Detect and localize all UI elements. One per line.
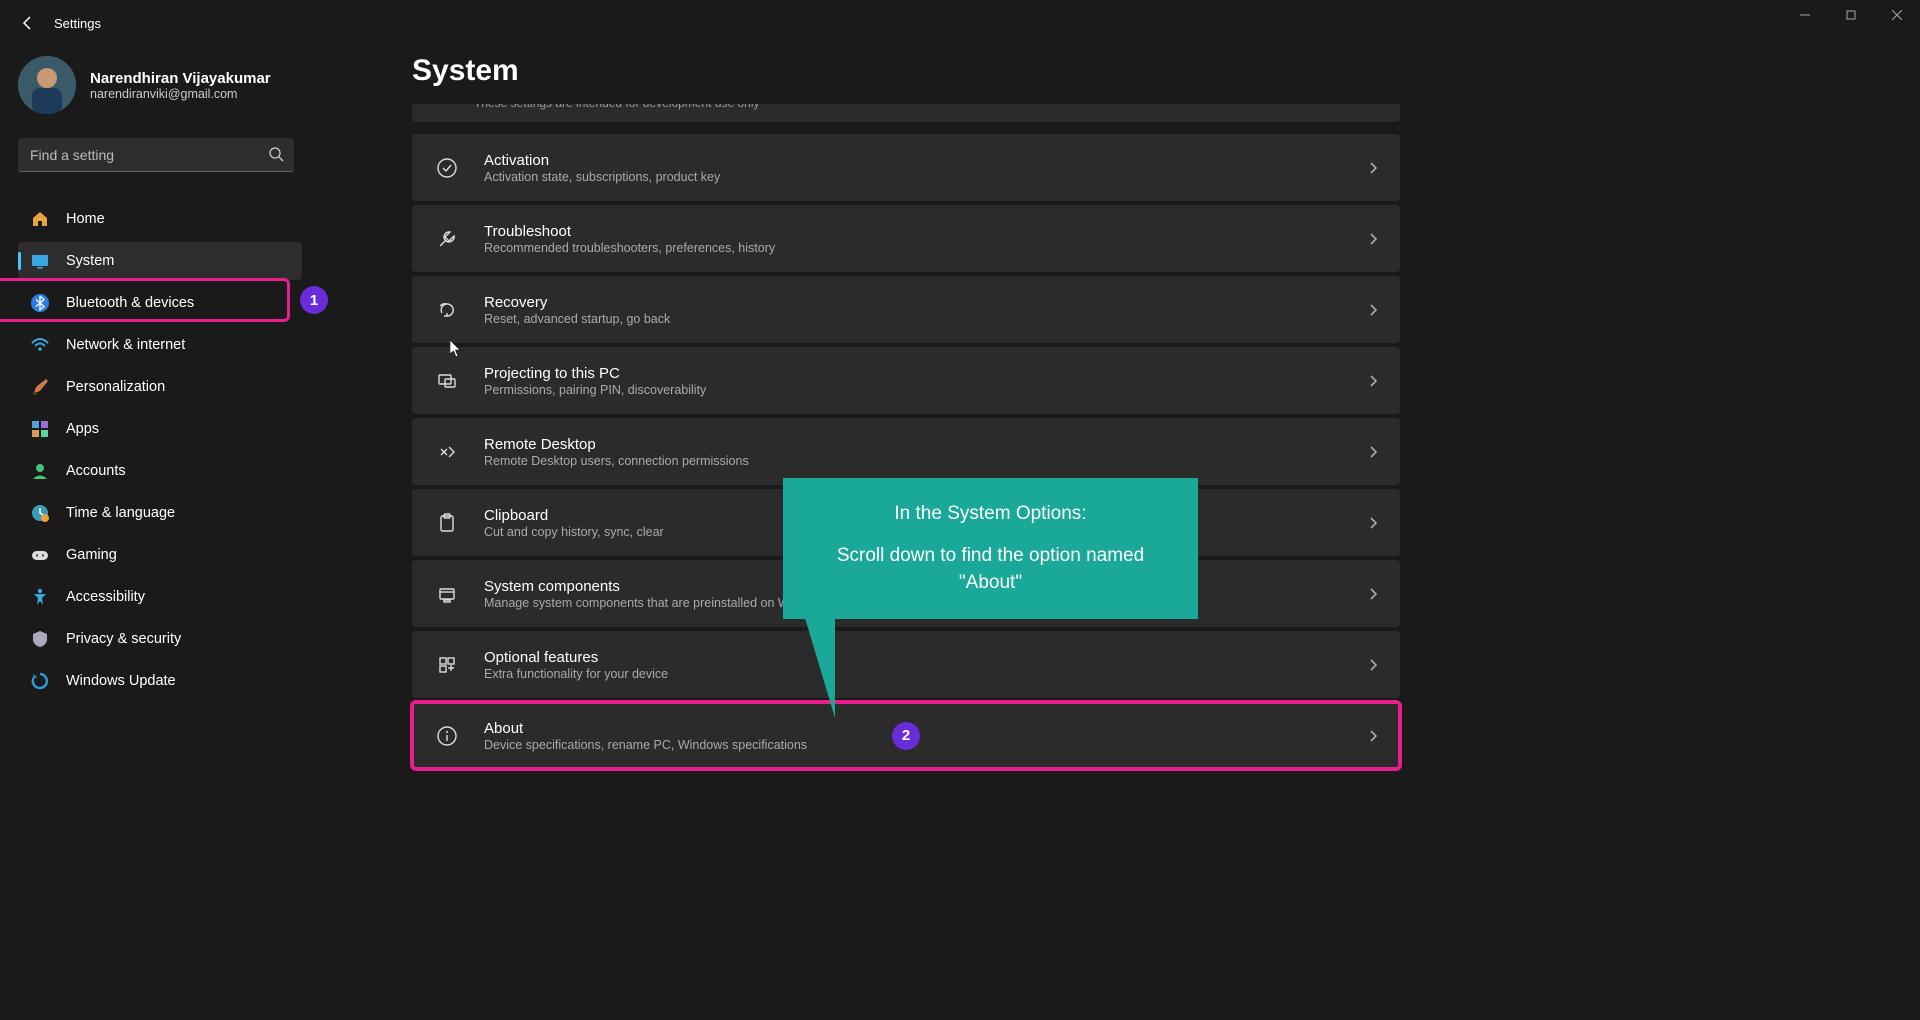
sidebar-item-accounts[interactable]: Accounts <box>18 452 302 490</box>
window-controls <box>1782 0 1920 30</box>
privacy-icon <box>30 629 50 649</box>
search-box[interactable] <box>18 138 294 172</box>
chevron-right-icon <box>1368 445 1378 459</box>
chevron-right-icon <box>1368 658 1378 672</box>
chevron-right-icon <box>1368 303 1378 317</box>
chevron-right-icon <box>1368 374 1378 388</box>
setting-title: Troubleshoot <box>484 223 1368 240</box>
setting-title: Recovery <box>484 294 1368 311</box>
components-icon <box>430 577 464 611</box>
setting-desc: Recommended troubleshooters, preferences… <box>484 241 1368 255</box>
gaming-icon <box>30 545 50 565</box>
system-icon <box>30 251 50 271</box>
search-input[interactable] <box>18 138 294 172</box>
minimize-button[interactable] <box>1782 0 1828 30</box>
window-title: Settings <box>54 16 101 31</box>
clipboard-icon <box>430 506 464 540</box>
chevron-right-icon <box>1368 516 1378 530</box>
page-title: System <box>412 54 1400 88</box>
setting-title: Remote Desktop <box>484 436 1368 453</box>
setting-title: Projecting to this PC <box>484 365 1368 382</box>
sidebar-item-label: Windows Update <box>66 673 176 689</box>
setting-row-remote-desktop[interactable]: Remote DesktopRemote Desktop users, conn… <box>412 418 1400 485</box>
sidebar-item-label: Home <box>66 211 105 227</box>
back-button[interactable] <box>12 7 44 39</box>
nav-list: Home System Bluetooth & devices Network & i… <box>18 200 302 700</box>
info-icon <box>430 719 464 753</box>
accessibility-icon <box>30 587 50 607</box>
sidebar-item-label: Time & language <box>66 505 175 521</box>
home-icon <box>30 209 50 229</box>
chevron-right-icon <box>1368 161 1378 175</box>
project-icon <box>430 364 464 398</box>
setting-row-optional-features[interactable]: Optional featuresExtra functionality for… <box>412 631 1400 698</box>
sidebar-item-privacy-security[interactable]: Privacy & security <box>18 620 302 658</box>
setting-desc: Device specifications, rename PC, Window… <box>484 738 1368 752</box>
sidebar-item-label: Accounts <box>66 463 126 479</box>
sidebar: Narendhiran Vijayakumar narendiranviki@g… <box>0 46 320 1020</box>
recovery-icon <box>430 293 464 327</box>
sidebar-item-time-language[interactable]: Time & language <box>18 494 302 532</box>
setting-title: About <box>484 720 1368 737</box>
setting-title: Activation <box>484 152 1368 169</box>
close-button[interactable] <box>1874 0 1920 30</box>
chevron-right-icon <box>1368 587 1378 601</box>
sidebar-item-accessibility[interactable]: Accessibility <box>18 578 302 616</box>
profile-name: Narendhiran Vijayakumar <box>90 70 271 87</box>
profile-block[interactable]: Narendhiran Vijayakumar narendiranviki@g… <box>18 56 302 114</box>
avatar <box>18 56 76 114</box>
setting-desc: Reset, advanced startup, go back <box>484 312 1368 326</box>
features-icon <box>430 648 464 682</box>
annotation-badge-2: 2 <box>892 722 920 750</box>
callout-line-1: In the System Options: <box>813 500 1168 528</box>
partial-card-top: These settings are intended for developm… <box>412 104 1400 122</box>
update-icon <box>30 671 50 691</box>
brush-icon <box>30 377 50 397</box>
annotation-callout: In the System Options: Scroll down to fi… <box>783 478 1198 619</box>
check-icon <box>430 151 464 185</box>
sidebar-item-home[interactable]: Home <box>18 200 302 238</box>
setting-row-recovery[interactable]: RecoveryReset, advanced startup, go back <box>412 276 1400 343</box>
bluetooth-icon <box>30 293 50 313</box>
remote-icon <box>430 435 464 469</box>
sidebar-item-label: System <box>66 253 114 269</box>
sidebar-item-system[interactable]: System <box>18 242 302 280</box>
chevron-right-icon <box>1368 232 1378 246</box>
setting-row-activation[interactable]: ActivationActivation state, subscription… <box>412 134 1400 201</box>
wrench-icon <box>430 222 464 256</box>
sidebar-item-apps[interactable]: Apps <box>18 410 302 448</box>
setting-row-projecting-to-this-pc[interactable]: Projecting to this PCPermissions, pairin… <box>412 347 1400 414</box>
setting-desc: Activation state, subscriptions, product… <box>484 170 1368 184</box>
sidebar-item-windows-update[interactable]: Windows Update <box>18 662 302 700</box>
sidebar-item-gaming[interactable]: Gaming <box>18 536 302 574</box>
sidebar-item-network-internet[interactable]: Network & internet <box>18 326 302 364</box>
setting-desc: Permissions, pairing PIN, discoverabilit… <box>484 383 1368 397</box>
settings-list: ActivationActivation state, subscription… <box>412 134 1400 769</box>
callout-line-2: Scroll down to find the option named "Ab… <box>813 542 1168 597</box>
setting-desc: Remote Desktop users, connection permiss… <box>484 454 1368 468</box>
sidebar-item-label: Network & internet <box>66 337 185 353</box>
sidebar-item-personalization[interactable]: Personalization <box>18 368 302 406</box>
sidebar-item-label: Apps <box>66 421 99 437</box>
network-icon <box>30 335 50 355</box>
sidebar-item-label: Personalization <box>66 379 165 395</box>
setting-row-about[interactable]: AboutDevice specifications, rename PC, W… <box>412 702 1400 769</box>
setting-row-troubleshoot[interactable]: TroubleshootRecommended troubleshooters,… <box>412 205 1400 272</box>
sidebar-item-label: Gaming <box>66 547 117 563</box>
setting-title: Optional features <box>484 649 1368 666</box>
apps-icon <box>30 419 50 439</box>
setting-desc: Extra functionality for your device <box>484 667 1368 681</box>
time-icon <box>30 503 50 523</box>
profile-email: narendiranviki@gmail.com <box>90 87 271 101</box>
sidebar-item-label: Accessibility <box>66 589 145 605</box>
chevron-right-icon <box>1368 729 1378 743</box>
sidebar-item-label: Privacy & security <box>66 631 181 647</box>
sidebar-item-bluetooth-devices[interactable]: Bluetooth & devices <box>18 284 302 322</box>
sidebar-item-label: Bluetooth & devices <box>66 295 194 311</box>
search-icon <box>268 146 284 162</box>
annotation-callout-tail <box>805 618 835 718</box>
maximize-button[interactable] <box>1828 0 1874 30</box>
titlebar: Settings <box>0 0 1920 46</box>
accounts-icon <box>30 461 50 481</box>
